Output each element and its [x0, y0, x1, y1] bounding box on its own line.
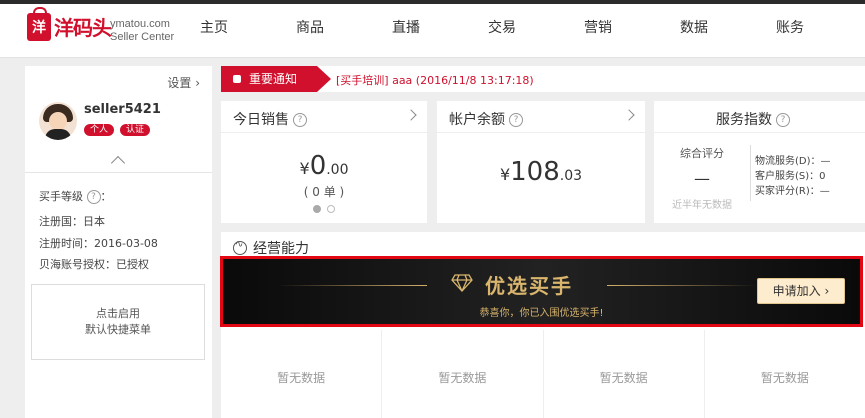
nav-marketing[interactable]: 营销	[550, 4, 646, 56]
chevron-right-icon: ›	[195, 76, 200, 90]
site-label: ymatou.com Seller Center	[110, 18, 175, 43]
no-data-cell: 暂无数据	[382, 330, 544, 418]
chevron-right-icon: ›	[824, 284, 830, 298]
chevron-up-icon[interactable]	[110, 155, 126, 171]
main-nav: 主页 商品 直播 交易 营销 数据 账务	[166, 4, 838, 56]
settings-link[interactable]: 设置 ›	[167, 74, 200, 91]
register-country: 注册国：日本	[39, 215, 105, 228]
no-data-cell: 暂无数据	[760, 371, 809, 385]
diamond-icon	[451, 274, 473, 292]
personal-badge: 个人	[84, 124, 115, 136]
notice-bar: 重要通知 [买手培训] aaa (2016/11/8 13:17:18)	[221, 66, 865, 92]
speaker-icon	[233, 75, 241, 83]
overall-score: 综合评分 — 近半年无数据	[672, 147, 732, 211]
nav-live[interactable]: 直播	[358, 4, 454, 56]
nav-home[interactable]: 主页	[166, 4, 262, 56]
header: 洋 洋码头 ymatou.com Seller Center 主页 商品 直播 …	[0, 4, 865, 58]
operations-section: 经营能力 优选买手 恭喜你，你已入围优选买手! 申请加入 › 暂无数据 暂无数据…	[220, 232, 865, 418]
badges: 个人 认证	[84, 124, 151, 136]
profile-sidebar: 设置 › seller5421 个人 认证 买手等级 ?： 注册国：日本 注册时…	[25, 66, 212, 418]
card-title: 服务指数?	[716, 109, 790, 129]
account-auth: 贝海账号授权：已授权	[39, 258, 149, 271]
no-data-cell: 暂无数据	[544, 330, 705, 418]
chart-icon	[233, 239, 247, 255]
verified-badge: 认证	[120, 124, 151, 136]
service-index-card: 服务指数? 综合评分 — 近半年无数据 物流服务(D)：— 客户服务(S)：0 …	[654, 101, 865, 223]
carousel-dot[interactable]	[313, 205, 321, 213]
banner-title: 优选买手	[485, 274, 573, 298]
shortcut-menu-button[interactable]: 点击启用 默认快捷菜单	[31, 284, 205, 360]
chevron-right-icon[interactable]	[623, 109, 635, 121]
help-icon[interactable]: ?	[86, 190, 101, 204]
shopping-bag-icon: 洋	[27, 6, 51, 41]
chevron-right-icon[interactable]	[405, 109, 417, 121]
avatar[interactable]	[39, 102, 77, 140]
sales-amount: ¥0.00	[299, 151, 349, 181]
notice-label: 重要通知	[221, 66, 331, 92]
service-scores: 物流服务(D)：— 客户服务(S)：0 买家评分(R)：—	[755, 156, 831, 197]
nav-products[interactable]: 商品	[262, 4, 358, 56]
today-sales-card: 今日销售? ¥0.00 ( 0 单 )	[221, 101, 427, 223]
account-balance-card: 帐户余额? ¥108.03	[437, 101, 645, 223]
banner-subtitle: 恭喜你，你已入围优选买手!	[479, 308, 604, 319]
preferred-buyer-banner: 优选买手 恭喜你，你已入围优选买手! 申请加入 ›	[223, 259, 860, 324]
nav-trade[interactable]: 交易	[454, 4, 550, 56]
section-title: 经营能力	[233, 238, 309, 258]
carousel-dots	[221, 205, 427, 213]
stats-row: 暂无数据 暂无数据 暂无数据 暂无数据	[221, 330, 865, 418]
carousel-dot[interactable]	[327, 205, 335, 213]
card-title: 今日销售?	[233, 109, 307, 129]
card-title: 帐户余额?	[449, 109, 523, 129]
help-icon[interactable]: ?	[776, 113, 790, 127]
no-data-cell: 暂无数据	[221, 330, 383, 418]
logo[interactable]: 洋 洋码头	[27, 6, 112, 41]
order-count: ( 0 单 )	[303, 185, 345, 199]
help-icon[interactable]: ?	[293, 113, 307, 127]
brand-name: 洋码头	[54, 16, 112, 40]
help-icon[interactable]: ?	[509, 113, 523, 127]
buyer-level: 买手等级 ?：	[39, 190, 112, 204]
register-time: 注册时间：2016-03-08	[39, 237, 158, 250]
notice-link[interactable]: [买手培训] aaa (2016/11/8 13:17:18)	[336, 72, 534, 88]
nav-accounts[interactable]: 账务	[742, 4, 838, 56]
nav-data[interactable]: 数据	[646, 4, 742, 56]
apply-button[interactable]: 申请加入 ›	[757, 278, 845, 304]
balance-amount: ¥108.03	[499, 157, 583, 187]
divider	[25, 172, 212, 173]
username: seller5421	[84, 102, 161, 117]
